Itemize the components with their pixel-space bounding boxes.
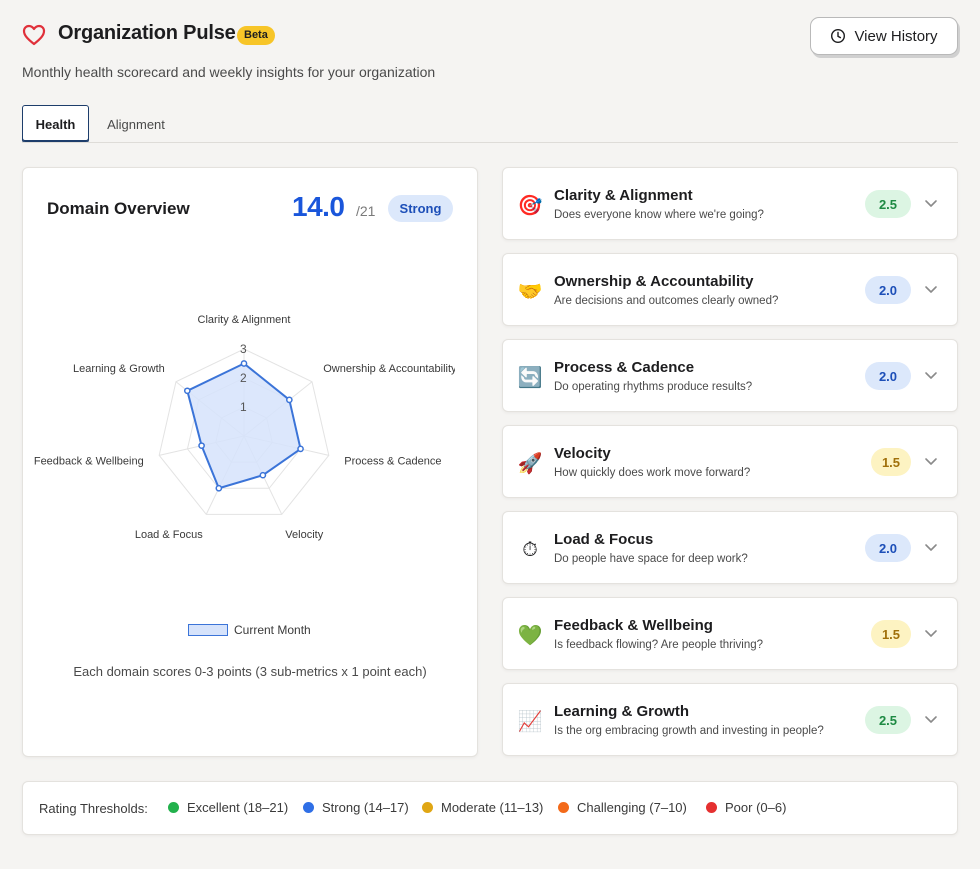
chevron-down-icon[interactable]: [924, 626, 938, 640]
radar-axis-label: Load & Focus: [135, 529, 203, 541]
domain-question: Is the org embracing growth and investin…: [554, 725, 824, 737]
domain-name: Load & Focus: [554, 531, 654, 548]
radar-axis-label: Feedback & Wellbeing: [34, 455, 144, 467]
cycle-icon: 🔄: [517, 365, 543, 389]
green-heart-icon: 💚: [517, 623, 543, 647]
target-icon: 🎯: [517, 193, 543, 217]
threshold-label: Strong (14–17): [322, 800, 409, 815]
threshold-item: Strong (14–17): [303, 800, 409, 815]
radar-tick-label: 2: [240, 371, 247, 385]
threshold-label: Challenging (7–10): [577, 800, 687, 815]
domain-score-badge: 1.5: [871, 448, 911, 476]
page-title: Organization Pulse: [58, 22, 236, 44]
chevron-down-icon[interactable]: [924, 368, 938, 382]
rocket-icon: 🚀: [517, 451, 543, 475]
heart-icon: [22, 24, 46, 46]
scoring-note: Each domain scores 0-3 points (3 sub-met…: [73, 664, 427, 679]
domain-name: Learning & Growth: [554, 703, 689, 720]
domain-score-badge: 2.0: [865, 362, 911, 390]
radar-axis-label: Learning & Growth: [73, 363, 165, 375]
legend-label: Current Month: [234, 623, 311, 637]
domain-row-ownership-accountability[interactable]: 🤝 Ownership & Accountability Are decisions…: [502, 253, 958, 326]
threshold-label: Excellent (18–21): [187, 800, 289, 815]
domain-name: Feedback & Wellbeing: [554, 617, 713, 634]
chevron-down-icon[interactable]: [924, 282, 938, 296]
threshold-dot: [706, 802, 717, 813]
domain-score-badge: 2.5: [865, 190, 911, 218]
domain-question: Do operating rhythms produce results?: [554, 381, 753, 393]
radar-chart: 1 2 3 Clarity & Alignment Ownership & Accoun…: [34, 314, 455, 541]
domain-question: Is feedback flowing? Are people thriving…: [554, 639, 764, 651]
radar-axis-label: Clarity & Alignment: [198, 314, 291, 326]
radar-point: [215, 484, 223, 492]
total-score: 14.0: [292, 191, 345, 222]
domain-score-badge: 1.5: [871, 620, 911, 648]
chevron-down-icon[interactable]: [924, 196, 938, 210]
domain-name: Clarity & Alignment: [554, 187, 693, 204]
radar-point: [198, 442, 205, 450]
radar-axis-label: Velocity: [285, 529, 323, 541]
clock-icon: [831, 28, 846, 44]
radar-point: [259, 471, 267, 479]
threshold-item: Excellent (18–21): [168, 800, 288, 815]
threshold-dot: [303, 802, 314, 813]
chevron-down-icon[interactable]: [924, 454, 938, 468]
domain-score-badge: 2.0: [865, 534, 911, 562]
domain-row-learning-growth[interactable]: 📈 Learning & Growth Is the org embracing g…: [502, 683, 958, 756]
view-history-button[interactable]: View History: [810, 17, 958, 55]
chevron-down-icon[interactable]: [924, 540, 938, 554]
domain-name: Ownership & Accountability: [554, 273, 754, 290]
radar-point: [240, 360, 248, 367]
threshold-dot: [168, 802, 179, 813]
legend-swatch: [188, 624, 228, 636]
status-badge: Strong: [388, 195, 453, 222]
stopwatch-icon: ⏱: [522, 537, 538, 561]
chart-increasing-icon: 📈: [517, 709, 543, 733]
domain-score-badge: 2.0: [865, 276, 911, 304]
domain-question: Are decisions and outcomes clearly owned…: [554, 295, 779, 307]
radar-axis-label: Ownership & Accountability: [323, 363, 455, 375]
score-max: /21: [356, 203, 376, 219]
threshold-label: Moderate (11–13): [441, 800, 544, 815]
domain-question: Does everyone know where we're going?: [554, 209, 764, 221]
domain-row-velocity[interactable]: 🚀 Velocity How quickly does work move forw…: [502, 425, 958, 498]
chevron-down-icon[interactable]: [924, 712, 938, 726]
radar-tick-label: 1: [240, 400, 247, 414]
radar-point: [183, 387, 191, 395]
domain-question: Do people have space for deep work?: [554, 553, 748, 565]
domain-row-feedback-wellbeing[interactable]: 💚 Feedback & Wellbeing Is feedback flowing…: [502, 597, 958, 670]
threshold-dot: [422, 802, 433, 813]
tab-alignment[interactable]: Alignment: [96, 105, 176, 143]
beta-badge: Beta: [237, 26, 275, 45]
tab-divider: [22, 142, 958, 143]
radar-axis-label: Process & Cadence: [344, 455, 441, 467]
view-history-label: View History: [854, 27, 938, 45]
domain-name: Velocity: [554, 445, 611, 462]
domain-row-load-focus[interactable]: ⏱ Load & Focus Do people have space for de…: [502, 511, 958, 584]
radar-point: [297, 445, 304, 453]
domain-score-badge: 2.5: [865, 706, 911, 734]
page-subtitle: Monthly health scorecard and weekly insi…: [22, 64, 436, 80]
tab-health[interactable]: Health: [22, 105, 89, 143]
threshold-dot: [558, 802, 569, 813]
radar-point: [285, 396, 293, 404]
domain-name: Process & Cadence: [554, 359, 695, 376]
domain-row-process-cadence[interactable]: 🔄 Process & Cadence Do operating rhythms p…: [502, 339, 958, 412]
threshold-item: Challenging (7–10): [558, 800, 687, 815]
threshold-item: Poor (0–6): [706, 800, 786, 815]
domain-question: How quickly does work move forward?: [554, 467, 751, 479]
handshake-icon: 🤝: [517, 279, 543, 303]
threshold-item: Moderate (11–13): [422, 800, 543, 815]
rating-thresholds-title: Rating Thresholds:: [39, 801, 148, 816]
domain-overview-title: Domain Overview: [47, 199, 190, 218]
threshold-label: Poor (0–6): [725, 800, 787, 815]
domain-row-clarity-alignment[interactable]: 🎯 Clarity & Alignment Does everyone know w…: [502, 167, 958, 240]
radar-tick-label: 3: [240, 342, 247, 356]
